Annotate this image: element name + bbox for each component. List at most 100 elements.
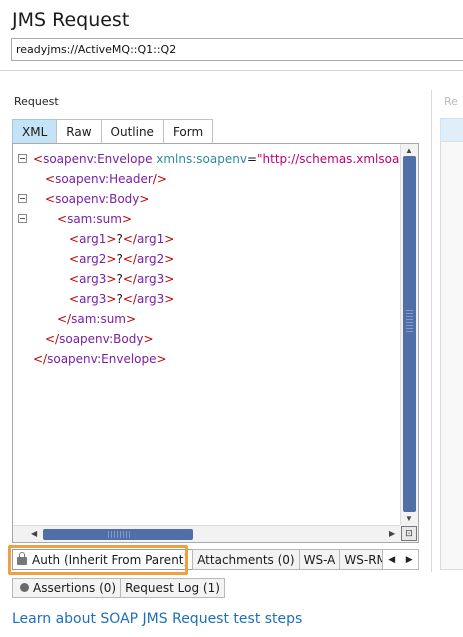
scroll-down-icon[interactable]: ▼ — [405, 514, 413, 523]
response-panel-label: Re — [444, 95, 458, 108]
xml-token: xmlns:soapenv — [152, 152, 247, 166]
xml-token: > — [164, 232, 175, 246]
lock-icon — [17, 552, 27, 565]
xml-token: arg2 — [79, 252, 107, 266]
tab-form[interactable]: Form — [162, 119, 214, 143]
xml-token: < — [69, 232, 80, 246]
fold-toggle-icon[interactable] — [18, 194, 27, 203]
xml-token: < — [57, 212, 68, 226]
xml-token: < — [33, 152, 44, 166]
tab-ws-a[interactable]: WS-A — [298, 549, 341, 570]
xml-token: sam:sum — [67, 212, 122, 226]
vertical-scrollbar[interactable]: ▲ ▼ — [400, 144, 418, 526]
xml-token: </ — [122, 232, 137, 246]
divider — [0, 70, 463, 71]
response-editor — [440, 118, 463, 570]
xml-line: <sam:sum> — [57, 209, 132, 229]
tab-attachments[interactable]: Attachments (0) — [192, 549, 300, 570]
request-view-tabs: XML Raw Outline Form — [12, 119, 214, 143]
xml-token: < — [45, 172, 56, 186]
scroll-left-icon[interactable]: ◀ — [31, 529, 37, 538]
panel-splitter[interactable] — [431, 90, 432, 572]
xml-line: <arg3>?</arg3> — [69, 269, 174, 289]
xml-token: arg1 — [79, 232, 107, 246]
response-tab[interactable] — [440, 118, 463, 142]
xml-token: </ — [57, 312, 72, 326]
xml-token: > — [106, 272, 117, 286]
fold-toggle-icon[interactable] — [18, 214, 27, 223]
xml-token: > — [121, 212, 133, 226]
grip-icon — [406, 310, 413, 332]
learn-more-link[interactable]: Learn about SOAP JMS Request test steps — [12, 611, 302, 627]
xml-token: soapenv:Header — [55, 172, 153, 186]
tab-xml[interactable]: XML — [12, 119, 58, 143]
xml-token: > — [143, 332, 154, 346]
horizontal-scrollbar[interactable]: ◀ ▶ — [13, 525, 400, 542]
tab-request-log[interactable]: Request Log (1) — [120, 578, 225, 598]
xml-token: soapenv:Body — [59, 332, 144, 346]
xml-token: soapenv:Envelope — [47, 352, 157, 366]
xml-token: arg3 — [79, 292, 107, 306]
xml-token: < — [69, 252, 80, 266]
xml-token: arg1 — [136, 232, 165, 246]
xml-token: < — [69, 292, 80, 306]
xml-token: > — [106, 292, 117, 306]
xml-token: > — [106, 252, 117, 266]
xml-line: </soapenv:Envelope> — [33, 349, 167, 369]
xml-token: arg3 — [79, 272, 107, 286]
tab-scroller: ◀ ▶ — [382, 549, 419, 570]
window-title: JMS Request — [12, 9, 130, 31]
xml-token: < — [69, 272, 80, 286]
xml-line: </sam:sum> — [57, 309, 136, 329]
endpoint-field[interactable]: readyjms://ActiveMQ::Q1::Q2 — [11, 38, 463, 61]
tab-outline[interactable]: Outline — [100, 119, 164, 143]
xml-token: > — [106, 232, 117, 246]
tab-next-icon[interactable]: ▶ — [406, 554, 413, 565]
xml-token: /> — [152, 172, 167, 186]
xml-token: sam:sum — [71, 312, 126, 326]
xml-token: = — [246, 152, 258, 166]
xml-token: arg3 — [136, 292, 165, 306]
tab-auth[interactable]: Auth (Inherit From Parent) — [12, 549, 194, 570]
tab-assertions[interactable]: Assertions (0) — [12, 578, 122, 598]
status-dot-icon — [20, 583, 29, 592]
xml-token: < — [45, 192, 56, 206]
fold-toggle-icon[interactable] — [18, 154, 27, 163]
xml-line: <soapenv:Envelope xmlns:soapenv="http://… — [33, 149, 400, 169]
vertical-scroll-thumb[interactable] — [403, 156, 416, 512]
xml-line: <arg2>?</arg2> — [69, 249, 174, 269]
tab-auth-label: Auth (Inherit From Parent) — [32, 553, 189, 567]
xml-line: <arg3>?</arg3> — [69, 289, 174, 309]
xml-token: > — [126, 312, 137, 326]
xml-token: > — [164, 272, 175, 286]
xml-token: arg2 — [136, 252, 165, 266]
xml-token: soapenv:Envelope — [43, 152, 153, 166]
xml-token: </ — [122, 272, 137, 286]
xml-line: <soapenv:Header/> — [45, 169, 167, 189]
xml-token: </ — [45, 332, 60, 346]
xml-token: </ — [33, 352, 48, 366]
request-properties-tabs: Auth (Inherit From Parent) Attachments (… — [12, 549, 415, 570]
xml-token: > — [164, 252, 175, 266]
xml-line: <arg1>?</arg1> — [69, 229, 174, 249]
xml-token: > — [164, 292, 175, 306]
grip-icon — [108, 531, 130, 538]
xml-line: <soapenv:Body> — [45, 189, 149, 209]
xml-token: > — [139, 192, 150, 206]
xml-line: </soapenv:Body> — [45, 329, 154, 349]
xml-token: arg3 — [136, 272, 165, 286]
xml-token: </ — [122, 292, 137, 306]
xml-token: </ — [122, 252, 137, 266]
zoom-icon[interactable]: ⊡ — [401, 526, 417, 541]
xml-token: > — [156, 352, 167, 366]
xml-editor[interactable]: <soapenv:Envelope xmlns:soapenv="http://… — [12, 143, 419, 543]
request-panel-label: Request — [14, 95, 59, 108]
scroll-right-icon[interactable]: ▶ — [389, 529, 395, 538]
assertion-tabs: Assertions (0) Request Log (1) — [12, 578, 225, 598]
scroll-up-icon[interactable]: ▲ — [405, 146, 413, 155]
xml-code-area[interactable]: <soapenv:Envelope xmlns:soapenv="http://… — [13, 144, 400, 526]
tab-prev-icon[interactable]: ◀ — [388, 554, 395, 565]
xml-token: "http://schemas.xmlsoap — [257, 152, 400, 166]
tab-assertions-label: Assertions (0) — [33, 581, 117, 595]
tab-raw[interactable]: Raw — [56, 119, 102, 143]
